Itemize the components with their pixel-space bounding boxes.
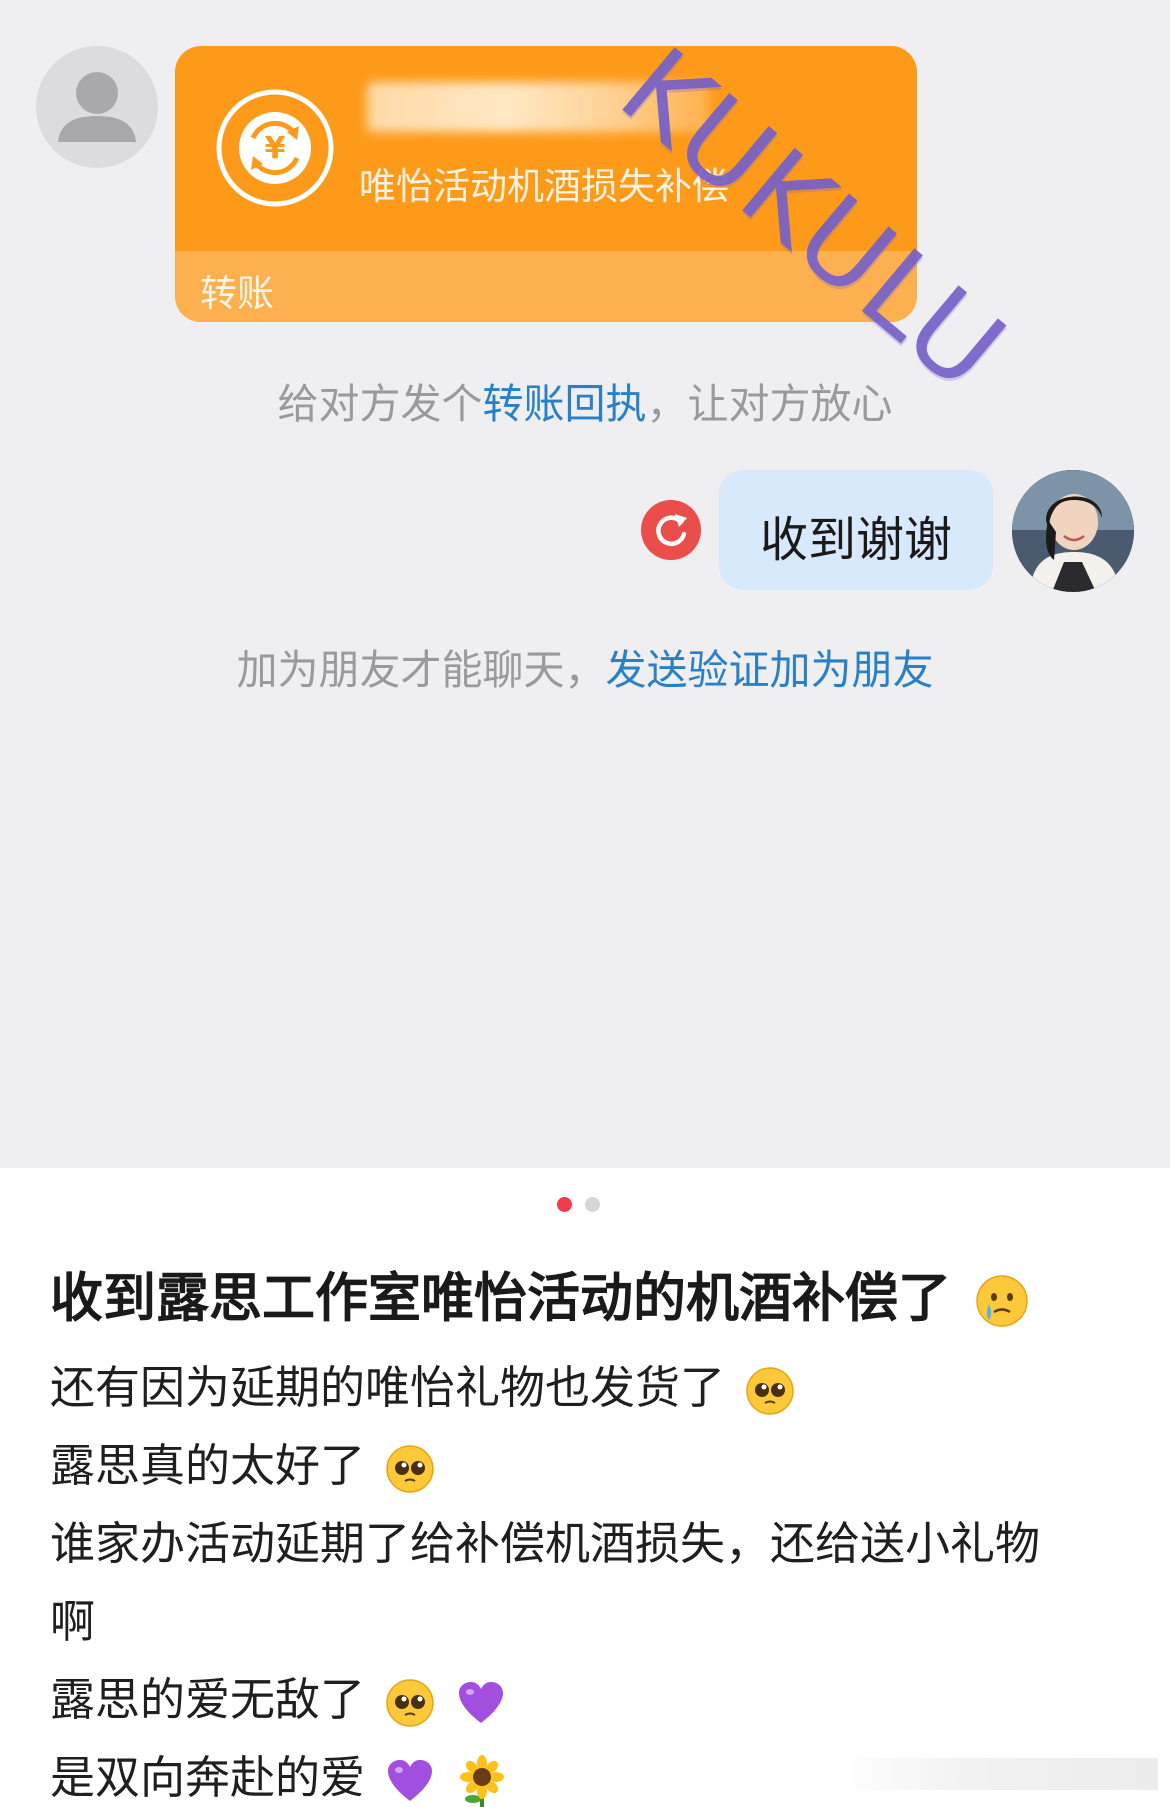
post-line: 露思的爱无敌了 xyxy=(50,1663,506,1728)
crying-face-emoji xyxy=(976,1275,1029,1328)
resend-icon[interactable] xyxy=(641,500,701,560)
pleading-face-emoji xyxy=(386,1679,435,1727)
bottom-fade-bar xyxy=(838,1758,1158,1790)
post-line-text: 露思真的太好了 xyxy=(50,1439,366,1492)
user-photo-avatar xyxy=(1012,470,1134,592)
post-line-text: 是双向奔赴的爱 xyxy=(50,1751,366,1804)
post-line: 露思真的太好了 xyxy=(50,1429,435,1494)
post-line: 啊 xyxy=(50,1585,95,1650)
post-line-text: 啊 xyxy=(50,1595,96,1648)
chat-area: ¥ 唯怡活动机酒损失补偿 转账 KUKULU 给对方发个转账回执，让对方放心 收… xyxy=(0,0,1170,1168)
post-line-text: 还有因为延期的唯怡礼物也发货了 xyxy=(50,1361,726,1414)
page-indicator[interactable] xyxy=(557,1197,600,1212)
sender-avatar[interactable] xyxy=(36,46,158,168)
page-dot[interactable] xyxy=(585,1197,600,1212)
sunflower-emoji xyxy=(459,1755,504,1807)
purple-heart-emoji xyxy=(388,1760,433,1801)
post-title-text: 收到露思工作室唯怡活动的机酒补偿了 xyxy=(50,1268,951,1329)
purple-heart-emoji xyxy=(458,1682,503,1723)
svg-text:¥: ¥ xyxy=(265,131,286,166)
pleading-face-emoji xyxy=(386,1445,435,1493)
post-line: 还有因为延期的唯怡礼物也发货了 xyxy=(50,1351,795,1416)
pleading-face-emoji xyxy=(746,1367,795,1415)
refresh-arrow-icon xyxy=(656,514,687,546)
friend-prompt: 加为朋友才能聊天，发送验证加为朋友 xyxy=(0,636,1170,696)
transfer-label: 转账 xyxy=(200,272,274,315)
post-line-text: 谁家办活动延期了给补偿机酒损失，还给送小礼物 xyxy=(50,1517,1041,1570)
receipt-prompt: 给对方发个转账回执，让对方放心 xyxy=(0,370,1170,430)
transfer-receipt-link[interactable]: 转账回执 xyxy=(483,380,647,428)
page-dot-active[interactable] xyxy=(557,1197,572,1212)
post-line: 是双向奔赴的爱 xyxy=(50,1741,508,1807)
friend-prompt-prefix: 加为朋友才能聊天， xyxy=(236,646,606,694)
send-verification-link[interactable]: 发送验证加为朋友 xyxy=(606,646,934,694)
post-title: 收到露思工作室唯怡活动的机酒补偿了 xyxy=(50,1256,1029,1332)
receipt-prompt-suffix: ，让对方放心 xyxy=(646,380,893,428)
default-user-icon xyxy=(58,72,136,142)
yuan-exchange-icon: ¥ xyxy=(216,89,334,207)
receipt-prompt-prefix: 给对方发个 xyxy=(277,380,483,428)
post-line-text: 露思的爱无敌了 xyxy=(50,1673,366,1726)
my-avatar[interactable] xyxy=(1012,470,1134,592)
my-message-text: 收到谢谢 xyxy=(759,512,952,568)
post-line: 谁家办活动延期了给补偿机酒损失，还给送小礼物 xyxy=(50,1507,1040,1572)
my-message-bubble[interactable]: 收到谢谢 xyxy=(719,470,993,590)
